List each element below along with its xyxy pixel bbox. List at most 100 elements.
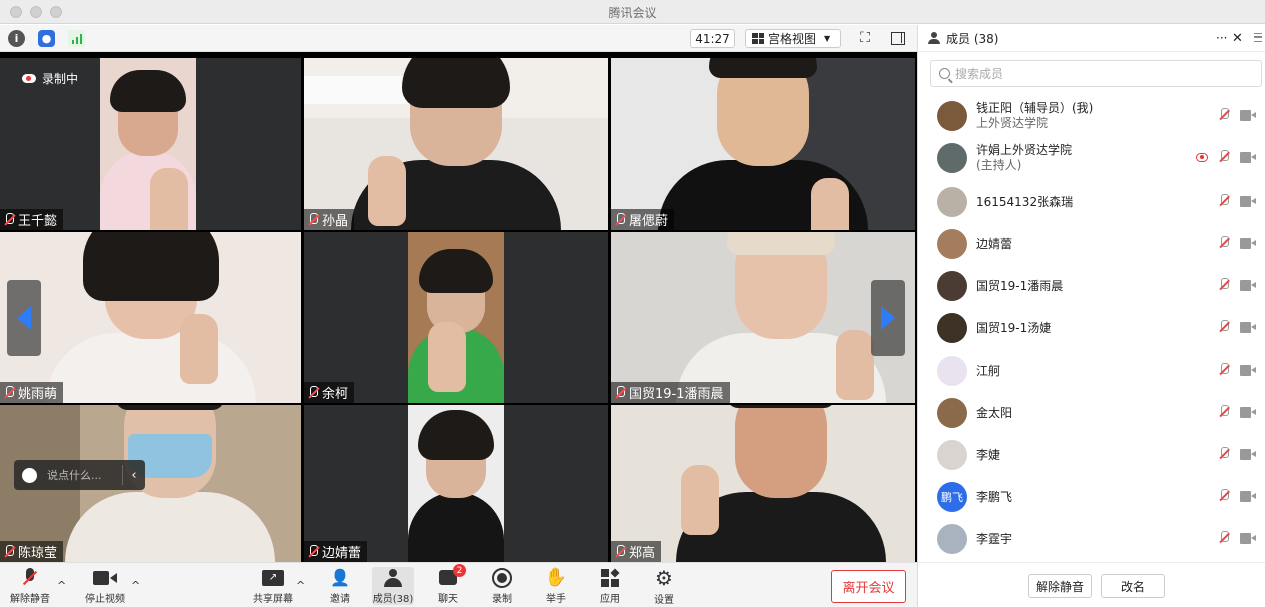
mic-muted-icon[interactable] [1218,531,1230,545]
member-info: 16154132张森瑞 [976,195,1073,210]
participant-nametag: 郑高 [611,541,662,562]
member-row[interactable]: 边婧蕾 [918,223,1265,265]
camera-icon[interactable] [1240,109,1256,121]
avatar [937,524,967,554]
member-row[interactable]: 国贸19-1汤婕 [918,307,1265,349]
member-status [1218,405,1256,419]
mic-muted-icon[interactable] [1218,278,1230,292]
collapse-chat-icon[interactable]: ‹ [123,468,145,483]
member-name: 16154132张森瑞 [976,194,1074,209]
video-tile[interactable]: 余柯 [304,232,608,403]
settings-button[interactable]: ⚙ 设置 [651,566,677,606]
mic-muted-icon [615,545,625,558]
prev-page-button[interactable] [7,280,41,356]
view-mode-select[interactable]: 宫格视图 ▼ [745,29,841,48]
camera-icon[interactable] [1240,448,1256,460]
camera-icon[interactable] [1240,279,1256,291]
video-tile[interactable]: 郑高 [611,405,915,562]
mic-muted-icon [615,213,625,226]
info-icon[interactable]: i [8,30,25,47]
video-options-caret[interactable]: ^ [131,579,140,592]
next-page-button[interactable] [871,280,905,356]
member-row[interactable]: 鹏飞 李鹏飞 [918,476,1265,518]
signal-icon[interactable] [68,30,85,47]
mic-muted-icon [22,567,38,588]
avatar [937,143,967,173]
member-row[interactable]: 钱正阳（辅导员）(我) 上外贤达学院 [918,95,1265,137]
camera-icon[interactable] [1240,532,1256,544]
mic-muted-icon[interactable] [1218,108,1230,122]
member-row[interactable]: 金太阳 [918,392,1265,434]
member-search-input[interactable]: 搜索成员 [930,60,1262,87]
mic-muted-icon[interactable] [1218,489,1230,503]
member-row[interactable]: 16154132张森瑞 [918,181,1265,223]
mic-muted-icon[interactable] [1218,236,1230,250]
member-row[interactable]: 李霆宇 [918,518,1265,560]
camera-icon[interactable] [1240,151,1256,163]
members-button[interactable]: 成员(38) [372,567,414,605]
video-tile[interactable]: 屠偲蔚 [611,58,915,230]
member-row[interactable]: 国贸19-1潘雨晨 [918,265,1265,307]
member-row[interactable]: 江舸 [918,350,1265,392]
close-icon[interactable]: ✕ [1232,31,1243,46]
members-icon [384,568,402,587]
more-options-icon[interactable]: ··· [1216,31,1227,45]
unmute-options-caret[interactable]: ^ [57,579,66,592]
quick-chat-input[interactable]: 说点什么... ‹ [14,460,145,490]
member-row[interactable]: 李婕 [918,434,1265,476]
mic-muted-icon[interactable] [1218,150,1230,164]
video-tile[interactable]: 孙晶 [304,58,608,230]
camera-icon[interactable] [1240,195,1256,207]
camera-icon[interactable] [1240,406,1256,418]
avatar [937,356,967,386]
mic-muted-icon [308,545,318,558]
chat-button[interactable]: 2 聊天 [433,564,466,605]
member-name: 李鹏飞 [976,489,1013,504]
member-status [1218,320,1256,334]
mic-muted-icon [308,213,318,226]
camera-icon[interactable] [1240,237,1256,249]
video-tile[interactable]: 边婧蕾 [304,405,608,562]
emoji-icon[interactable] [22,467,37,483]
mic-muted-icon[interactable] [1218,405,1230,419]
participant-nametag: 国贸19-1潘雨晨 [611,382,730,403]
window-title: 腾讯会议 [608,6,657,20]
share-options-caret[interactable]: ^ [296,579,305,592]
share-screen-button[interactable]: ↗ 共享屏幕 [251,567,295,605]
member-name: 钱正阳（辅导员）(我) [976,101,1094,115]
member-name: 金太阳 [976,405,1013,420]
video-tile[interactable]: 国贸19-1潘雨晨 [611,232,915,403]
member-info: 国贸19-1潘雨晨 [976,279,1063,294]
rename-button[interactable]: 改名 [1101,574,1165,598]
fullscreen-button[interactable]: ⛶ [856,29,874,47]
mic-muted-icon[interactable] [1218,363,1230,377]
video-tile[interactable]: 姚雨萌 [0,232,301,403]
menu-icon[interactable] [1254,33,1262,42]
chevron-down-icon: ▼ [824,34,831,43]
invite-button[interactable]: 👤 邀请 [323,567,357,605]
camera-icon[interactable] [1240,321,1256,333]
leave-meeting-button[interactable]: 离开会议 [831,570,906,603]
share-screen-icon: ↗ [262,569,284,586]
participant-nametag: 边婧蕾 [304,541,368,562]
unmute-button[interactable]: 解除静音 [8,567,52,605]
unmute-self-button[interactable]: 解除静音 [1028,574,1092,598]
apps-button[interactable]: 应用 [597,567,623,605]
toggle-sidebar-button[interactable] [889,29,907,47]
shield-icon[interactable]: ● [38,30,55,47]
member-row[interactable]: 许娟上外贤达学院 (主持人) [918,137,1265,179]
member-status [1218,447,1256,461]
member-info: 国贸19-1汤婕 [976,321,1051,336]
mic-muted-icon[interactable] [1218,447,1230,461]
camera-icon[interactable] [1240,490,1256,502]
member-status [1218,236,1256,250]
gear-icon: ⚙ [655,566,673,590]
record-button[interactable]: 录制 [488,567,516,605]
participant-nametag: 孙晶 [304,209,355,230]
mic-muted-icon[interactable] [1218,194,1230,208]
stop-video-button[interactable]: 停止视频 [82,567,128,605]
camera-icon[interactable] [1240,364,1256,376]
mic-muted-icon[interactable] [1218,320,1230,334]
raise-hand-button[interactable]: ✋ 举手 [542,567,570,605]
member-name: 国贸19-1汤婕 [976,320,1052,335]
